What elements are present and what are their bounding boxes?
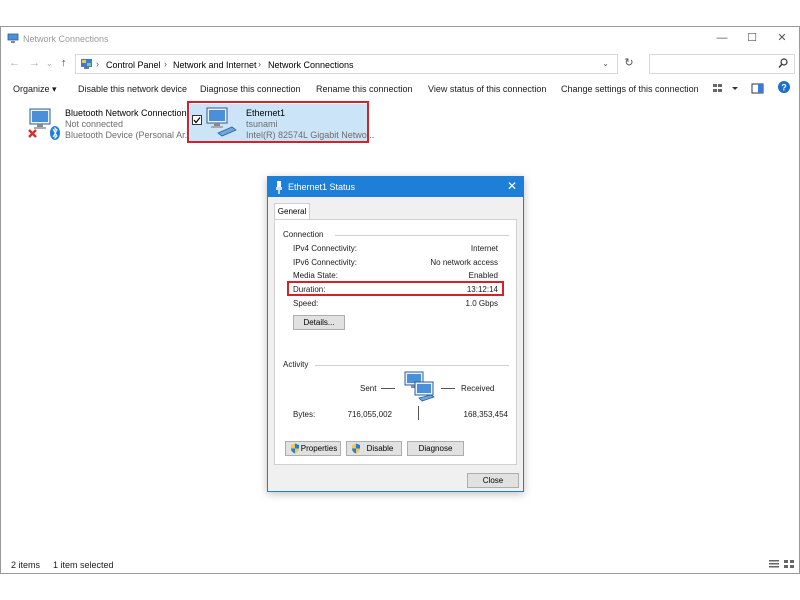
activity-computers-icon — [404, 371, 435, 402]
preview-pane-icon[interactable] — [751, 82, 765, 96]
details-view-icon[interactable] — [768, 559, 780, 569]
item-count: 2 items — [11, 560, 41, 570]
svg-text:?: ? — [781, 83, 787, 93]
shield-icon — [291, 443, 299, 454]
forward-button[interactable]: → — [29, 57, 40, 69]
ipv6-value: No network access — [430, 258, 498, 267]
close-button[interactable]: Close — [467, 473, 519, 488]
disable-button[interactable]: Disable — [346, 441, 402, 456]
address-dropdown-button[interactable]: ⌄ — [602, 59, 609, 68]
general-tab-panel: Connection IPv4 Connectivity: Internet I… — [274, 219, 517, 465]
bytes-received-value: 168,353,454 — [463, 410, 509, 419]
close-window-button[interactable]: ✕ — [767, 27, 797, 49]
diagnose-connection-command[interactable]: Diagnose this connection — [200, 84, 301, 94]
disable-device-command[interactable]: Disable this network device — [78, 84, 187, 94]
control-panel-icon — [81, 59, 92, 69]
connection-group-label: Connection — [283, 230, 324, 239]
connection-name: Bluetooth Network Connection — [65, 108, 187, 118]
duration-highlight-box — [287, 281, 504, 296]
network-connections-icon — [7, 33, 19, 43]
search-input[interactable] — [649, 54, 795, 74]
ipv4-value: Internet — [470, 244, 498, 253]
received-line — [441, 388, 455, 389]
ipv6-label: IPv6 Connectivity: — [293, 258, 358, 267]
address-bar: ← → ⌄ ↑ › Control Panel › Network and In… — [1, 51, 799, 77]
breadcrumb-separator: › — [164, 59, 167, 69]
search-icon — [778, 58, 788, 68]
activity-group-label: Activity — [283, 360, 309, 369]
large-icons-view-icon[interactable] — [783, 559, 795, 569]
bluetooth-network-icon — [28, 108, 60, 140]
connection-status: Not connected — [65, 119, 124, 129]
tab-general[interactable]: General — [274, 203, 310, 220]
maximize-button[interactable]: ☐ — [737, 27, 767, 49]
ipv4-label: IPv4 Connectivity: — [293, 244, 358, 253]
address-field[interactable]: › Control Panel › Network and Internet ›… — [75, 54, 618, 74]
bytes-label: Bytes: — [293, 410, 316, 419]
disable-label: Disable — [366, 444, 394, 453]
connection-item-bluetooth[interactable]: Bluetooth Network Connection Not connect… — [27, 104, 192, 144]
breadcrumb-network-connections[interactable]: Network Connections — [268, 60, 354, 70]
properties-button[interactable]: Properties — [285, 441, 341, 456]
sent-line — [381, 388, 395, 389]
dialog-title: Ethernet1 Status — [288, 182, 356, 192]
details-button[interactable]: Details... — [293, 315, 345, 330]
group-divider — [335, 235, 509, 236]
ethernet-plug-icon — [276, 181, 282, 194]
view-status-command[interactable]: View status of this connection — [428, 84, 546, 94]
breadcrumb-control-panel[interactable]: Control Panel — [106, 60, 161, 70]
dialog-close-icon[interactable]: ✕ — [507, 179, 517, 193]
back-button[interactable]: ← — [9, 57, 20, 69]
rename-connection-command[interactable]: Rename this connection — [316, 84, 413, 94]
ethernet-status-dialog: Ethernet1 Status ✕ General Connection IP… — [267, 176, 524, 492]
window-title: Network Connections — [23, 34, 109, 44]
received-label: Received — [461, 384, 495, 393]
media-state-value: Enabled — [468, 271, 498, 280]
speed-value: 1.0 Gbps — [465, 299, 498, 308]
minimize-button[interactable]: — — [707, 27, 737, 49]
title-bar: Network Connections — ☐ ✕ — [1, 27, 799, 51]
dialog-title-bar: Ethernet1 Status ✕ — [268, 177, 523, 197]
shield-icon — [352, 443, 360, 454]
ethernet-highlight-box — [187, 101, 369, 143]
group-divider — [315, 365, 509, 366]
up-button[interactable]: ↑ — [61, 57, 67, 69]
selection-count: 1 item selected — [53, 560, 114, 570]
refresh-button[interactable]: ↻ — [621, 56, 637, 72]
bytes-divider — [418, 406, 419, 420]
change-view-icon[interactable] — [712, 82, 742, 96]
breadcrumb-network-and-internet[interactable]: Network and Internet — [173, 60, 257, 70]
breadcrumb-separator: › — [258, 59, 261, 69]
breadcrumb-separator: › — [96, 59, 99, 69]
speed-label: Speed: — [293, 299, 319, 308]
organize-menu[interactable]: Organize ▾ — [13, 84, 57, 95]
change-settings-command[interactable]: Change settings of this connection — [561, 84, 699, 94]
help-icon[interactable]: ? — [777, 80, 791, 94]
connection-device: Bluetooth Device (Personal Ar... — [65, 130, 193, 140]
media-state-label: Media State: — [293, 271, 338, 280]
diagnose-button[interactable]: Diagnose — [407, 441, 464, 456]
properties-label: Properties — [300, 444, 338, 453]
status-bar: 2 items 1 item selected — [1, 555, 799, 573]
recent-locations-button[interactable]: ⌄ — [46, 59, 53, 68]
command-bar: Organize ▾ Disable this network device D… — [1, 79, 799, 99]
sent-label: Sent — [360, 384, 377, 393]
bytes-sent-value: 716,055,002 — [347, 410, 393, 419]
